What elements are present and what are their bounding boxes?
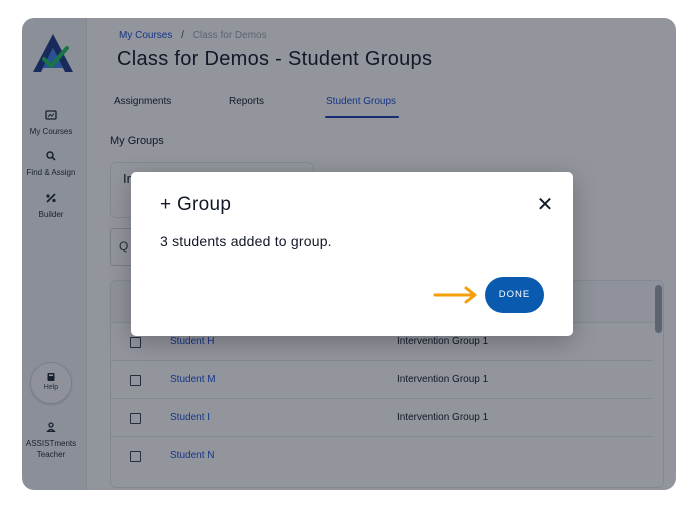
arrow-right-icon [433,286,477,304]
done-button[interactable]: DONE [485,277,544,313]
dialog-message: 3 students added to group. [160,233,332,249]
close-button[interactable]: ✕ [534,194,556,216]
dialog-title: + Group [160,194,232,215]
close-icon: ✕ [536,194,554,216]
add-group-dialog: + Group ✕ 3 students added to group. DON… [131,172,573,336]
modal-overlay: + Group ✕ 3 students added to group. DON… [0,0,698,508]
